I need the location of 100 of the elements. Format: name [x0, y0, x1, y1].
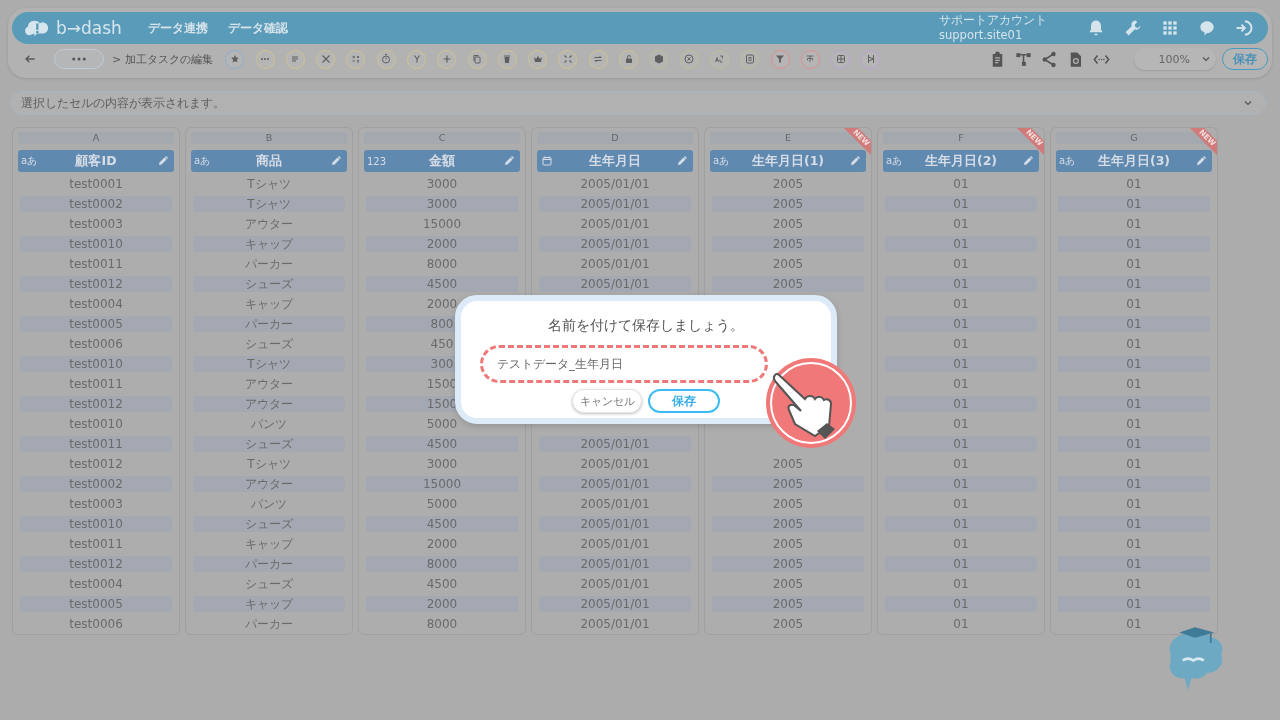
table-cell-text: 2005/01/01 — [579, 536, 651, 552]
table-cell-text: 2005 — [771, 256, 805, 272]
table-cell-text: 01 — [1125, 216, 1143, 232]
type-label: 123 — [367, 155, 387, 167]
table-cell-text: test0011 — [68, 376, 124, 392]
table-cell-text: 01 — [952, 496, 970, 512]
table-cell: Tシャツ — [193, 196, 345, 212]
table-cell: test0002 — [20, 476, 172, 492]
table-cell: 01 — [1058, 596, 1210, 612]
column-header[interactable]: 生年月日 — [537, 150, 693, 172]
table-cell-text: test0006 — [68, 336, 124, 352]
table-cell-text: アウター — [244, 216, 294, 232]
table-cell: 01 — [1058, 476, 1210, 492]
table-cell: 01 — [1058, 436, 1210, 452]
column-title: 生年月日(2) — [924, 152, 998, 170]
table-cell-text: 01 — [1125, 176, 1143, 192]
name-input-field[interactable]: テストデータ_生年月日 — [480, 345, 768, 383]
table-cell-text: 450 — [429, 336, 455, 352]
breadcrumb-separator: > — [112, 52, 122, 66]
table-cell-text: test0001 — [68, 176, 124, 192]
table-cell: 2005/01/01 — [539, 476, 691, 492]
column-header[interactable]: aあ 商品 — [191, 150, 347, 172]
table-cell-text: 5000 — [425, 496, 459, 512]
table-cell-text: 01 — [952, 416, 970, 432]
column-title: 顧客ID — [75, 152, 117, 170]
table-cell: 2005 — [712, 556, 864, 572]
column-header[interactable]: aあ 生年月日(2) — [883, 150, 1039, 172]
table-cell: 01 — [1058, 396, 1210, 412]
table-cell-text: シューズ — [244, 336, 294, 352]
table-cell: 2005 — [712, 596, 864, 612]
type-label: aあ — [21, 154, 38, 168]
cancel-button[interactable]: キャンセル — [572, 389, 642, 413]
table-cell: 2005/01/01 — [539, 236, 691, 252]
column-header[interactable]: aあ 顧客ID — [18, 150, 174, 172]
column-header[interactable]: aあ 生年月日(1) — [710, 150, 866, 172]
table-cell-text: 3000 — [425, 176, 459, 192]
column-letter: D — [537, 132, 693, 144]
table-cell-text: 15000 — [421, 216, 463, 232]
zoom-select[interactable]: 100% — [1134, 48, 1216, 70]
account-id: support.site01 — [939, 28, 1024, 43]
table-cell: 01 — [1058, 196, 1210, 212]
table-cell: 01 — [885, 436, 1037, 452]
table-cell-text: 2005 — [771, 216, 805, 232]
table-cell-text: 4500 — [425, 576, 459, 592]
nav-link[interactable]: データ確認 — [227, 19, 288, 37]
table-cell-text: パンツ — [250, 416, 288, 432]
table-cell: パーカー — [193, 556, 345, 572]
table-cell: 01 — [1058, 556, 1210, 572]
table-cell-text: 01 — [952, 176, 970, 192]
table-cell: test0010 — [20, 356, 172, 372]
cell-content-field[interactable]: 選択したセルの内容が表示されます。 — [10, 91, 1266, 115]
table-cell: 2005 — [712, 236, 864, 252]
table-cell-text: 5000 — [425, 416, 459, 432]
table-cell-text: test0010 — [68, 416, 124, 432]
table-cell-text: 01 — [1125, 536, 1143, 552]
table-cell-text: 01 — [952, 336, 970, 352]
table-cell: test0005 — [20, 596, 172, 612]
nav-link[interactable]: データ連携 — [147, 19, 208, 37]
table-cell: 2005 — [712, 196, 864, 212]
table-cell-text: test0004 — [68, 576, 124, 592]
table-cell: 4500 — [366, 436, 518, 452]
table-cell-text: 2005/01/01 — [579, 256, 651, 272]
column-header[interactable]: 123 金額 — [364, 150, 520, 172]
table-cell-text: 2005/01/01 — [579, 456, 651, 472]
table-cell-text: 2005/01/01 — [579, 216, 651, 232]
table-cell-text: 01 — [1125, 256, 1143, 272]
table-cell-text: 01 — [952, 296, 970, 312]
table-cell: 2005 — [712, 276, 864, 292]
table-cell: Tシャツ — [193, 356, 345, 372]
table-cell-text: 01 — [1125, 616, 1143, 632]
table-cell: 2005/01/01 — [539, 436, 691, 452]
table-cell: test0011 — [20, 436, 172, 452]
save-button[interactable]: 保存 — [1222, 48, 1268, 70]
table-cell-text: 2005/01/01 — [579, 576, 651, 592]
table-cell: 2000 — [366, 596, 518, 612]
column-header[interactable]: aあ 生年月日(3) — [1056, 150, 1212, 172]
table-cell-text: 8000 — [425, 256, 459, 272]
column-letter: B — [191, 132, 347, 144]
table-cell-text: キャップ — [244, 536, 295, 552]
table-cell: 15000 — [366, 476, 518, 492]
table-cell: 01 — [1058, 316, 1210, 332]
table-cell: test0012 — [20, 396, 172, 412]
table-cell-text: test0004 — [68, 296, 124, 312]
table-cell: test0012 — [20, 556, 172, 572]
table-cell-text: 2005 — [771, 456, 805, 472]
table-cell-text: 2005 — [771, 496, 805, 512]
table-cell: 2005 — [712, 476, 864, 492]
table-cell-text: 01 — [952, 616, 970, 632]
account-name: サポートアカウント — [939, 13, 1047, 28]
table-cell: シューズ — [193, 436, 345, 452]
table-cell: 4500 — [366, 516, 518, 532]
table-cell: 2005/01/01 — [539, 556, 691, 572]
breadcrumb-current: 加工タスクの編集 — [125, 51, 214, 67]
table-cell: 2005/01/01 — [539, 516, 691, 532]
table-cell-text: 8000 — [425, 616, 459, 632]
table-cell-text: 01 — [952, 456, 970, 472]
table-cell: キャップ — [193, 236, 345, 252]
table-cell: 2005 — [712, 516, 864, 532]
save-button[interactable]: 保存 — [648, 389, 720, 413]
table-cell-text: 01 — [952, 576, 970, 592]
